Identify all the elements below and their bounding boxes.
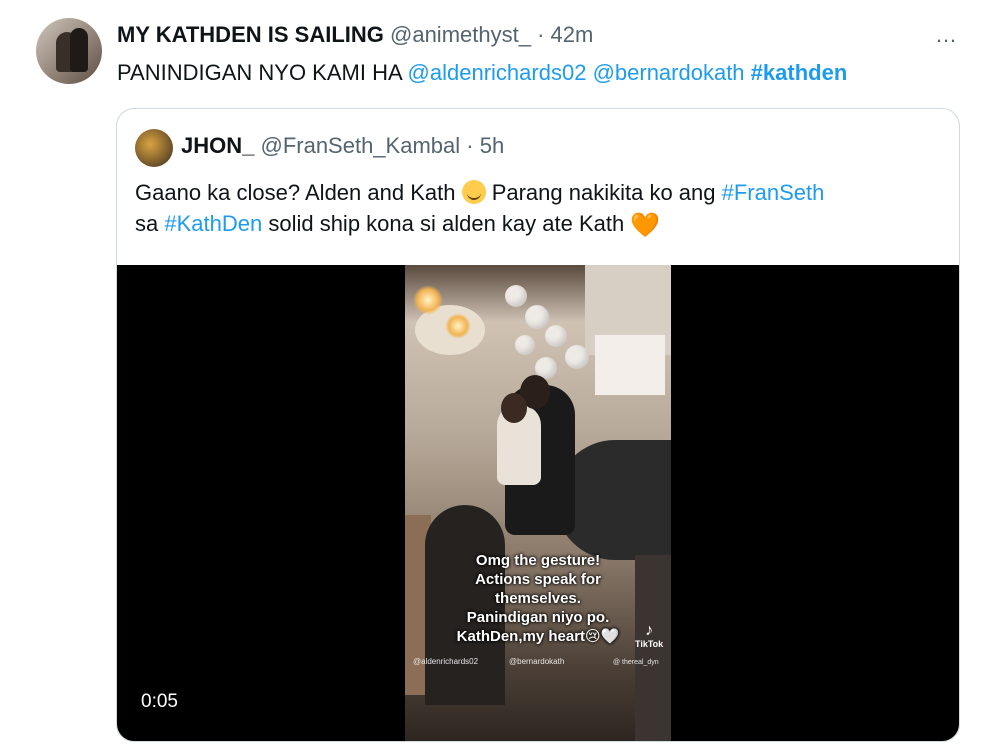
author-display-name[interactable]: MY KATHDEN IS SAILING bbox=[117, 22, 384, 47]
author-handle[interactable]: @animethyst_ bbox=[390, 22, 531, 47]
hashtag-link[interactable]: #KathDen bbox=[164, 211, 262, 236]
tiktok-username: @ thereal_dyn bbox=[613, 659, 659, 666]
video-scene-balloon bbox=[565, 345, 589, 369]
caption-line: themselves. bbox=[495, 590, 581, 607]
video-scene-balloon bbox=[525, 305, 549, 329]
orange-heart-icon: 🧡 bbox=[630, 212, 661, 239]
more-options-icon[interactable]: … bbox=[935, 22, 958, 48]
author-avatar[interactable] bbox=[36, 18, 102, 84]
caption-line: Omg the gesture! bbox=[475, 552, 601, 569]
hashtag-link[interactable]: #kathden bbox=[751, 60, 848, 85]
mention-link[interactable]: @bernardokath bbox=[593, 60, 745, 85]
smiling-face-with-hearts-icon bbox=[461, 180, 486, 204]
quoted-tweet-text: Gaano ka close? Alden and Kath Parang na… bbox=[135, 177, 935, 241]
quoted-text-segment: solid ship kona si alden kay ate Kath bbox=[262, 211, 631, 236]
music-note-icon: ♪ bbox=[645, 622, 654, 639]
quoted-text-segment: Parang nakikita ko ang bbox=[485, 180, 722, 205]
tweet-time[interactable]: 42m bbox=[551, 22, 594, 47]
video-scene-balloon bbox=[515, 335, 535, 355]
mention-link[interactable]: @aldenrichards02 bbox=[408, 60, 587, 85]
quoted-text-segment: Gaano ka close? Alden and Kath bbox=[135, 180, 462, 205]
quoted-display-name[interactable]: JHON_ bbox=[181, 133, 254, 158]
quoted-time[interactable]: 5h bbox=[480, 133, 504, 158]
video-scene-balloon bbox=[545, 325, 567, 347]
tiktok-label: TikTok bbox=[635, 639, 664, 649]
tweet-text: PANINDIGAN NYO KAMI HA @aldenrichards02 … bbox=[117, 60, 847, 86]
quoted-tweet-card[interactable]: JHON_ @FranSeth_Kambal · 5h Gaano ka clo… bbox=[116, 108, 960, 742]
hashtag-link[interactable]: #FranSeth bbox=[722, 180, 825, 205]
video-scene-drape bbox=[595, 335, 665, 395]
video-frame[interactable]: Omg the gesture! Actions speak for thems… bbox=[405, 265, 671, 741]
tiktok-logo-icon: ♪ TikTok bbox=[635, 622, 664, 650]
caption-line: Actions speak for bbox=[475, 571, 601, 588]
quoted-text-segment: sa bbox=[135, 211, 165, 236]
video-scene-balloon bbox=[505, 285, 527, 307]
video-scene-head bbox=[501, 393, 527, 423]
video-watermark: @bernardokath bbox=[509, 657, 565, 666]
video-caption: Omg the gesture! Actions speak for thems… bbox=[405, 551, 671, 646]
caption-line: Panindigan niyo po. bbox=[466, 609, 610, 626]
video-scene-light bbox=[413, 285, 443, 315]
separator-dot: · bbox=[466, 133, 474, 158]
caption-line: KathDen,my heart😢🤍 bbox=[456, 628, 620, 645]
video-watermark: @aldenrichards02 bbox=[413, 657, 479, 666]
video-timestamp: 0:05 bbox=[141, 691, 178, 712]
avatar-figure bbox=[70, 28, 88, 72]
separator-dot: · bbox=[537, 22, 545, 47]
video-player[interactable]: Omg the gesture! Actions speak for thems… bbox=[117, 265, 959, 741]
quoted-author-avatar[interactable] bbox=[135, 129, 173, 167]
quoted-tweet-header: JHON_ @FranSeth_Kambal · 5h bbox=[181, 133, 504, 159]
tweet-header: MY KATHDEN IS SAILING @animethyst_ · 42m bbox=[117, 22, 593, 48]
video-scene-light bbox=[445, 313, 471, 339]
tweet-body: PANINDIGAN NYO KAMI HA bbox=[117, 60, 402, 85]
quoted-handle[interactable]: @FranSeth_Kambal bbox=[260, 133, 460, 158]
